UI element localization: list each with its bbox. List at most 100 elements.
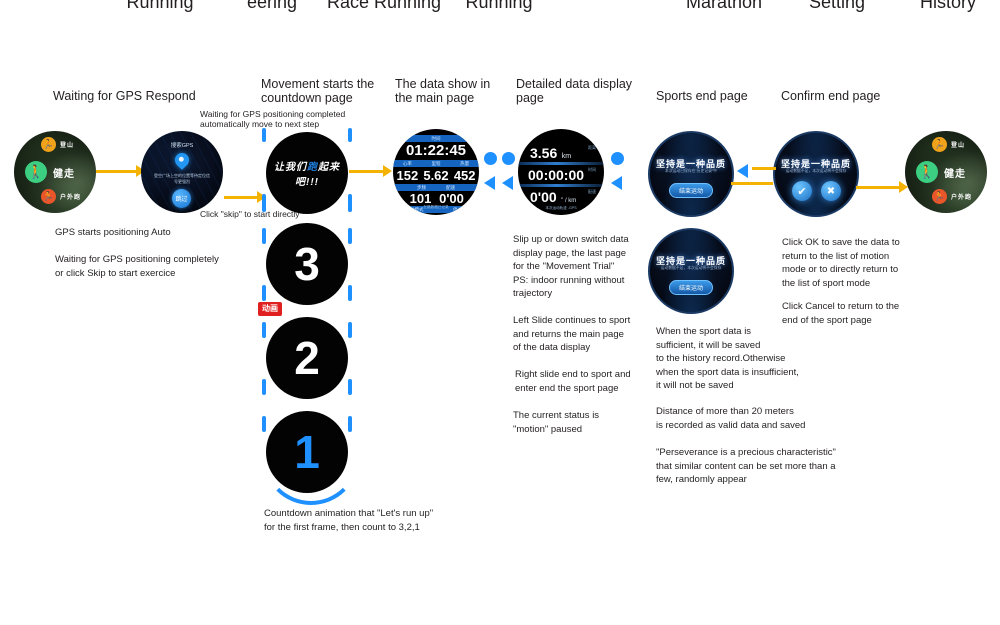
label-heart-rate: 心率 bbox=[402, 161, 412, 166]
value-pace: 0'00 bbox=[439, 191, 464, 206]
value-distance: 5.62 bbox=[423, 167, 449, 183]
main-data-footer: 在路数据已记录 bbox=[423, 205, 449, 209]
main-data-row2-values: 101 0'00 bbox=[393, 191, 479, 206]
note-left-slide: Left Slide continues to sport and return… bbox=[513, 315, 631, 353]
detail-divider-2 bbox=[518, 184, 604, 187]
main-data-top-label-band: 时间 bbox=[393, 135, 479, 142]
caption-main-page: The data show in the main page bbox=[395, 77, 491, 105]
mode-label-climbing-2: 登山 bbox=[951, 143, 966, 149]
mode-row-climbing-2[interactable]: 🏃 登山 bbox=[932, 137, 965, 152]
watch-detailed-data[interactable]: 3.56 km 距离 00:00:00 时间 0'00 " / km 配速 本次… bbox=[518, 129, 604, 215]
ring-tick-tl-1 bbox=[262, 128, 266, 142]
subcaption-click-skip: Click "skip" to start directly bbox=[200, 209, 300, 219]
main-data-top-label: 时间 bbox=[431, 136, 441, 141]
gps-body-text: 登空广场上空的位置等待定位信号更强烈 bbox=[154, 173, 210, 184]
subcaption-gps-completed: Waiting for GPS positioning completed au… bbox=[200, 109, 346, 129]
ring-tick-tl-1c bbox=[262, 416, 266, 432]
arrow-end-to-confirm bbox=[731, 182, 773, 185]
caption-countdown-page: Movement starts the countdown page bbox=[261, 77, 375, 105]
value-heart-rate: 152 bbox=[396, 167, 419, 183]
outdoor-run-icon-2: 🏃 bbox=[932, 189, 947, 204]
mode-row-outdoor-run-2[interactable]: 🏃 户外跑 bbox=[932, 189, 972, 204]
note-current-status: The current status is "motion" paused bbox=[513, 410, 600, 435]
walking-icon-2: 🚶 bbox=[916, 161, 938, 183]
main-data-row1-values: 152 5.62 452 bbox=[393, 167, 479, 183]
watch-sport-mode-list[interactable]: 🏃 登山 🚶 健走 🏃 户外跑 bbox=[14, 131, 96, 213]
detail-distance-value: 3.56 bbox=[530, 145, 558, 161]
detail-time-value: 00:00:00 bbox=[528, 167, 585, 183]
ring-tick-br-3 bbox=[348, 285, 352, 301]
watch-confirm-end[interactable]: 坚持是一种品质 运动数据不足，本次运动将不会保存 ✔ ✖ bbox=[773, 131, 859, 217]
close-icon[interactable]: ✖ bbox=[821, 181, 841, 201]
detail-pace-value: 0'00 bbox=[530, 189, 557, 205]
nav-dot-right-main[interactable] bbox=[484, 152, 497, 165]
check-icon[interactable]: ✔ bbox=[792, 181, 812, 201]
mode-row-walking-2[interactable]: 🚶 健走 bbox=[916, 161, 966, 183]
nav-dot-left-detail[interactable] bbox=[502, 152, 515, 165]
note-distance-20m: Distance of more than 20 meters is recor… bbox=[656, 406, 806, 431]
detail-pace-tag: 配速 bbox=[588, 189, 596, 194]
detail-row-distance: 3.56 km 距离 bbox=[518, 145, 604, 163]
ring-tick-bl-2 bbox=[262, 379, 266, 395]
header-tab-race-running[interactable]: Race Running bbox=[322, 0, 446, 13]
end-exercise-button[interactable]: 结束运动 bbox=[669, 183, 713, 198]
label-distance: 里程 bbox=[431, 161, 441, 166]
location-pin-icon bbox=[172, 150, 192, 170]
watch-gps-search[interactable]: 搜索GPS 登空广场上空的位置等待定位信号更强烈 跳过 bbox=[141, 131, 223, 213]
countdown-value-2: 2 bbox=[294, 332, 320, 384]
note-right-slide: Right slide end to sport and enter end t… bbox=[515, 369, 631, 394]
main-data-row2-labels: 步频 配速 bbox=[393, 184, 479, 191]
mode-row-walking[interactable]: 🚶 健走 bbox=[25, 161, 75, 183]
value-cadence: 101 bbox=[409, 191, 432, 206]
ring-tick-tr-2 bbox=[348, 322, 352, 338]
start-banner-text: 让我们跑起来吧!!! bbox=[266, 158, 348, 188]
climbing-icon-2: 🏃 bbox=[932, 137, 947, 152]
nav-arrow-left-sports-end[interactable] bbox=[737, 164, 748, 178]
caption-waiting-gps: Waiting for GPS Respond bbox=[53, 89, 196, 103]
caption-confirm-end-page: Confirm end page bbox=[781, 89, 881, 103]
header-tab-eering[interactable]: eering bbox=[240, 0, 304, 13]
note-perseverance: "Perseverance is a precious characterist… bbox=[656, 447, 836, 485]
header-tab-history[interactable]: History bbox=[915, 0, 981, 13]
mode-label-walking: 健走 bbox=[53, 168, 75, 180]
note-gps-start: GPS starts positioning Auto Waiting for … bbox=[55, 227, 219, 279]
nav-arrow-left-detail-2[interactable] bbox=[502, 176, 513, 190]
watch-sports-end[interactable]: 坚持是一种品质 本次运动已保存在“历史记录”中 结束运动 bbox=[648, 131, 734, 217]
sports-end2-subtitle: 运动数据不足，本次运动将不会保存 bbox=[660, 266, 722, 270]
mode-row-climbing[interactable]: 🏃 登山 bbox=[41, 137, 74, 152]
header-tab-marathon[interactable]: Marathon bbox=[680, 0, 768, 13]
mode-label-outdoor-run: 户外跑 bbox=[60, 195, 82, 201]
countdown-progress-arc bbox=[262, 407, 360, 505]
outdoor-run-icon: 🏃 bbox=[41, 189, 56, 204]
main-data-row1-labels: 心率 里程 热量 bbox=[393, 160, 479, 167]
main-data-duration: 01:22:45 bbox=[405, 142, 467, 159]
end-exercise-button-2[interactable]: 结束运动 bbox=[669, 280, 713, 295]
ring-tick-tr-1 bbox=[348, 128, 352, 142]
ring-tick-tr-3 bbox=[348, 228, 352, 244]
caption-detailed-page: Detailed data display page bbox=[516, 77, 633, 105]
value-calories: 452 bbox=[453, 167, 476, 183]
nav-arrow-left-main[interactable] bbox=[484, 176, 495, 190]
arrow-confirm-to-modelist bbox=[856, 186, 903, 189]
detail-row-time: 00:00:00 时间 bbox=[518, 167, 604, 185]
note-click-cancel: Click Cancel to return to the end of the… bbox=[782, 301, 900, 326]
header-tab-running-1[interactable]: Running bbox=[120, 0, 200, 13]
watch-sport-mode-list-return[interactable]: 🏃 登山 🚶 健走 🏃 户外跑 bbox=[905, 131, 987, 213]
header-tab-running-2[interactable]: Running bbox=[462, 0, 536, 13]
watch-countdown-2[interactable]: 2 bbox=[266, 317, 348, 399]
note-sufficient-data: When the sport data is sufficient, it wi… bbox=[656, 326, 799, 391]
watch-main-data[interactable]: 时间 01:22:45 心率 里程 热量 152 5.62 452 步频 配速 … bbox=[393, 129, 479, 215]
ring-tick-bl-1 bbox=[262, 194, 266, 212]
note-slide-switch: Slip up or down switch data display page… bbox=[513, 234, 629, 299]
watch-start-banner[interactable]: 让我们跑起来吧!!! bbox=[266, 132, 348, 214]
header-tab-setting[interactable]: Setting bbox=[805, 0, 869, 13]
mode-row-outdoor-run[interactable]: 🏃 户外跑 bbox=[41, 189, 81, 204]
nav-arrow-left-detail[interactable] bbox=[611, 176, 622, 190]
watch-sports-end-insufficient[interactable]: 坚持是一种品质 运动数据不足，本次运动将不会保存 结束运动 bbox=[648, 228, 734, 314]
mode-label-outdoor-run-2: 户外跑 bbox=[951, 195, 973, 201]
ring-tick-bl-3 bbox=[262, 285, 266, 301]
banner-text-left: 让我们 bbox=[274, 162, 307, 173]
skip-button[interactable]: 跳过 bbox=[172, 189, 191, 208]
nav-dot-right-detail[interactable] bbox=[611, 152, 624, 165]
note-click-ok: Click OK to save the data to return to t… bbox=[782, 237, 900, 289]
